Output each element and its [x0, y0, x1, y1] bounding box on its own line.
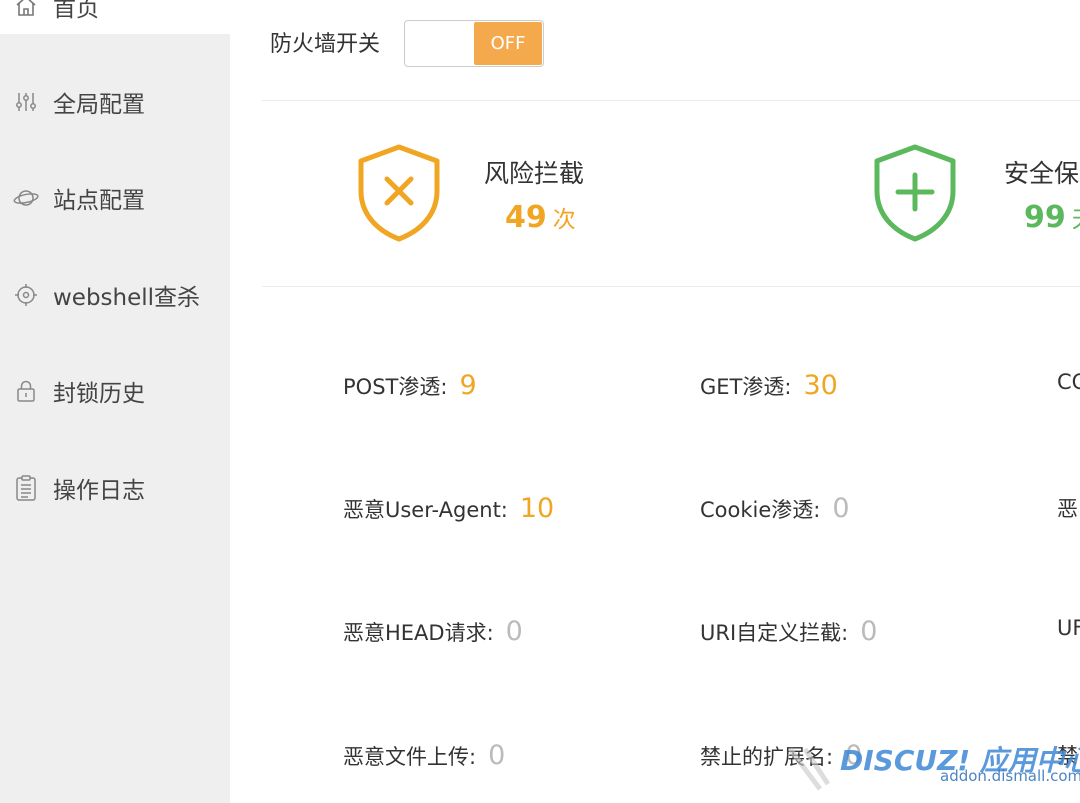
sidebar-item-label: 封锁历史 — [53, 381, 145, 407]
metric-label: CC — [1057, 370, 1080, 394]
shield-x-icon — [356, 143, 442, 247]
sidebar-item-operation-log[interactable]: 操作日志 — [0, 460, 230, 516]
sidebar-item-label: webshell查杀 — [53, 285, 201, 311]
metric-item: Cookie渗透: 0 — [700, 493, 850, 524]
home-icon — [13, 0, 39, 19]
sidebar-item-site-config[interactable]: 站点配置 — [0, 170, 230, 226]
risk-intercept-title: 风险拦截 — [484, 159, 585, 188]
metric-item: UF — [1057, 616, 1080, 640]
risk-unit: 次 — [552, 207, 576, 233]
metric-value: 0 — [860, 616, 878, 647]
metric-label: 恶意文件上传: — [343, 745, 477, 769]
watermark: DISCUZ! 应用中心 addon.dismall.com — [780, 735, 1080, 803]
metric-label: URI自定义拦截: — [700, 621, 849, 645]
sidebar-item-home[interactable]: 首页 — [0, 0, 230, 34]
sidebar-item-webshell[interactable]: webshell查杀 — [0, 267, 230, 323]
metric-value: 9 — [459, 370, 477, 401]
metric-label: GET渗透: — [700, 375, 792, 399]
metric-item: 恶 — [1057, 493, 1078, 523]
metric-item: URI自定义拦截: 0 — [700, 616, 877, 647]
metric-item: 恶意HEAD请求: 0 — [343, 616, 523, 647]
safe-days-value: 99天 — [1024, 200, 1080, 235]
metric-item: 恶意文件上传: 0 — [343, 740, 505, 771]
firewall-toggle[interactable]: OFF — [404, 20, 544, 67]
metric-label: 恶 — [1057, 497, 1078, 521]
sidebar: 首页 全局配置 站点配置 webshell查杀 封锁历史 操作日志 — [0, 0, 230, 803]
metric-value: 0 — [488, 740, 506, 771]
safe-unit: 天 — [1072, 207, 1080, 233]
metric-label: Cookie渗透: — [700, 498, 821, 522]
metric-item: POST渗透: 9 — [343, 370, 477, 401]
metric-label: UF — [1057, 616, 1080, 640]
risk-intercept-value: 49 次 — [505, 200, 576, 235]
risk-count: 49 — [505, 200, 547, 235]
safe-count: 99 — [1024, 200, 1066, 235]
watermark-logo — [788, 747, 831, 791]
firewall-switch-label: 防火墙开关 — [270, 32, 381, 57]
clipboard-icon — [13, 475, 39, 501]
toggle-state-label: OFF — [474, 22, 542, 65]
metric-item: CC — [1057, 370, 1080, 394]
crosshair-icon — [13, 282, 39, 308]
sidebar-item-label: 首页 — [53, 0, 99, 22]
metric-value: 10 — [519, 493, 555, 524]
planet-icon — [13, 185, 39, 211]
watermark-url: addon.dismall.com — [940, 767, 1080, 785]
divider — [262, 286, 1080, 287]
shield-plus-icon — [872, 143, 958, 247]
sidebar-item-block-history[interactable]: 封锁历史 — [0, 363, 230, 419]
metric-value: 0 — [832, 493, 850, 524]
metric-label: POST渗透: — [343, 375, 448, 399]
sidebar-item-label: 全局配置 — [53, 92, 145, 118]
sliders-icon — [13, 89, 39, 115]
metric-value: 30 — [803, 370, 838, 401]
metric-label: 恶意User-Agent: — [343, 498, 508, 522]
sidebar-item-label: 站点配置 — [53, 188, 145, 214]
lock-icon — [13, 378, 39, 404]
divider — [262, 100, 1080, 101]
metric-value: 0 — [505, 616, 523, 647]
safe-days-title: 安全保 — [1004, 159, 1080, 188]
metric-item: 恶意User-Agent: 10 — [343, 493, 554, 524]
metric-label: 恶意HEAD请求: — [343, 621, 494, 645]
sidebar-item-global-config[interactable]: 全局配置 — [0, 74, 230, 130]
sidebar-item-label: 操作日志 — [53, 478, 145, 504]
metric-item: GET渗透: 30 — [700, 370, 838, 401]
